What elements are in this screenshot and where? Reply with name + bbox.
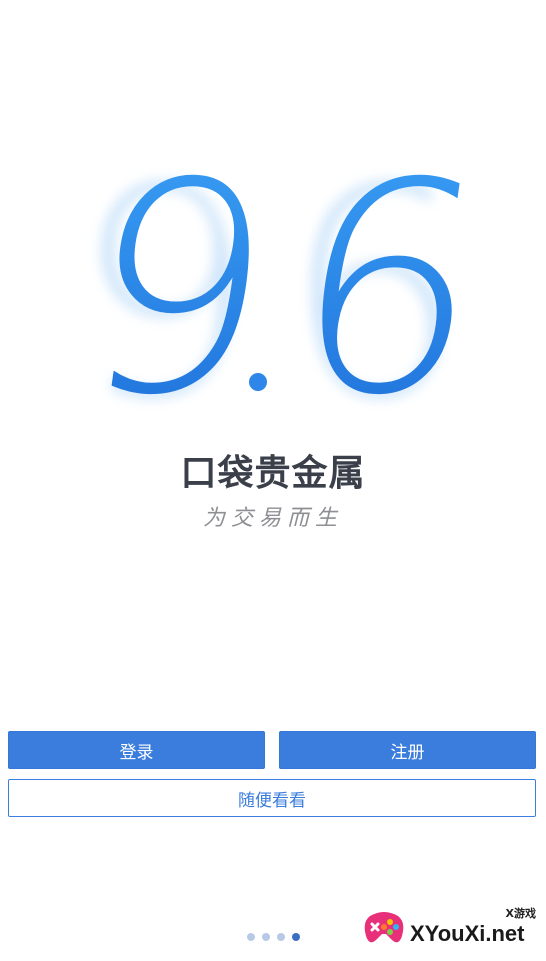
login-button[interactable]: 登录 bbox=[8, 731, 265, 769]
page-dot-1[interactable] bbox=[246, 933, 255, 941]
version-dot bbox=[249, 373, 267, 391]
splash-screen: 9 6 9 6 口袋贵金属 为交易而生 登录 注册 随便看看 X游戏 XYouX… bbox=[0, 0, 546, 961]
watermark-sub-label: X游戏 bbox=[505, 907, 536, 920]
page-dot-3[interactable] bbox=[276, 933, 285, 941]
watermark-main-label: XYouXi.net bbox=[410, 921, 525, 946]
version-hero: 9 6 9 6 bbox=[0, 150, 546, 410]
watermark-text: X游戏 XYouXi.net bbox=[410, 903, 538, 951]
gamepad-icon bbox=[364, 912, 404, 943]
page-dot-2[interactable] bbox=[261, 933, 270, 941]
app-slogan: 为交易而生 bbox=[202, 506, 343, 531]
site-watermark: X游戏 XYouXi.net bbox=[362, 903, 540, 951]
version-number-graphic: 9 6 9 6 bbox=[62, 150, 504, 410]
register-button[interactable]: 注册 bbox=[279, 731, 536, 769]
browse-as-guest-button[interactable]: 随便看看 bbox=[8, 779, 536, 817]
app-title: 口袋贵金属 bbox=[180, 453, 366, 494]
page-dot-4-active[interactable] bbox=[291, 933, 300, 941]
